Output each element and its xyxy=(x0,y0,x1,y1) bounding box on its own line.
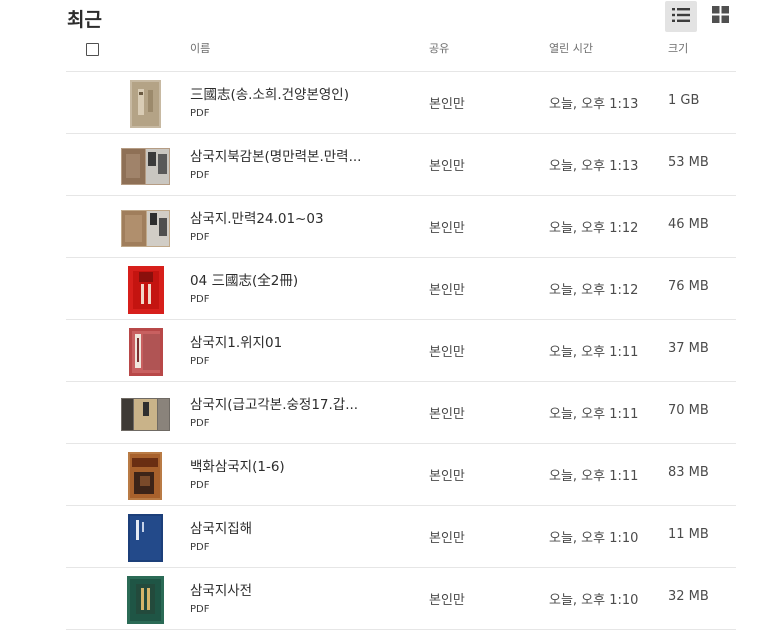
file-size: 76 MB xyxy=(668,279,709,294)
column-size-header[interactable]: 크기 xyxy=(668,40,688,56)
share-status: 본인만 xyxy=(429,593,465,608)
file-size: 11 MB xyxy=(668,527,709,542)
table-row[interactable]: 삼국지북감본(명만력본.만력... PDF 본인만 오늘, 오후 1:13 53… xyxy=(66,134,736,196)
file-thumbnail xyxy=(120,204,170,252)
opened-time: 오늘, 오후 1:10 xyxy=(549,593,639,608)
file-size: 1 GB xyxy=(668,93,700,108)
file-type: PDF xyxy=(190,170,210,181)
opened-time: 오늘, 오후 1:12 xyxy=(549,283,639,298)
file-name[interactable]: 삼국지집해 xyxy=(190,517,252,537)
file-name[interactable]: 04 三國志(全2冊) xyxy=(190,269,298,289)
file-name[interactable]: 삼국지(급고각본.숭정17.갑... xyxy=(190,393,358,413)
opened-time: 오늘, 오후 1:11 xyxy=(549,407,639,422)
file-size: 32 MB xyxy=(668,589,709,604)
table-row[interactable]: 삼국지집해 PDF 본인만 오늘, 오후 1:10 11 MB xyxy=(66,506,736,568)
file-thumbnail xyxy=(120,142,170,190)
file-thumbnail xyxy=(127,452,163,500)
file-type: PDF xyxy=(190,108,210,119)
file-size: 37 MB xyxy=(668,341,709,356)
page-title: 최근 xyxy=(67,9,102,31)
opened-time: 오늘, 오후 1:11 xyxy=(549,469,639,484)
file-name[interactable]: 백화삼국지(1-6) xyxy=(190,455,285,475)
opened-time: 오늘, 오후 1:10 xyxy=(549,531,639,546)
opened-time: 오늘, 오후 1:11 xyxy=(549,345,639,360)
file-name[interactable]: 삼국지.만력24.01~03 xyxy=(190,207,324,227)
file-thumbnail xyxy=(127,514,164,562)
share-status: 본인만 xyxy=(429,97,465,112)
table-row[interactable]: 삼국지사전 PDF 본인만 오늘, 오후 1:10 32 MB xyxy=(66,568,736,630)
file-name[interactable]: 삼국지북감본(명만력본.만력... xyxy=(190,145,361,165)
opened-time: 오늘, 오후 1:13 xyxy=(549,97,639,112)
select-all-checkbox[interactable] xyxy=(86,43,99,56)
table-row[interactable]: 삼국지1.위지01 PDF 본인만 오늘, 오후 1:11 37 MB xyxy=(66,320,736,382)
file-type: PDF xyxy=(190,356,210,367)
share-status: 본인만 xyxy=(429,407,465,422)
file-thumbnail xyxy=(127,266,164,314)
share-status: 본인만 xyxy=(429,159,465,174)
table-row[interactable]: 三國志(송.소희.건양본영인) PDF 본인만 오늘, 오후 1:13 1 GB xyxy=(66,72,736,134)
table-row[interactable]: 백화삼국지(1-6) PDF 본인만 오늘, 오후 1:11 83 MB xyxy=(66,444,736,506)
file-thumbnail xyxy=(128,328,163,376)
opened-time: 오늘, 오후 1:13 xyxy=(549,159,639,174)
list-view-toggle[interactable] xyxy=(665,1,697,32)
file-size: 70 MB xyxy=(668,403,709,418)
column-name-header[interactable]: 이름 xyxy=(190,40,210,56)
file-size: 83 MB xyxy=(668,465,709,480)
file-name[interactable]: 삼국지사전 xyxy=(190,579,252,599)
table-row[interactable]: 04 三國志(全2冊) PDF 본인만 오늘, 오후 1:12 76 MB xyxy=(66,258,736,320)
column-share-header[interactable]: 공유 xyxy=(429,40,449,56)
table-row[interactable]: 삼국지.만력24.01~03 PDF 본인만 오늘, 오후 1:12 46 MB xyxy=(66,196,736,258)
share-status: 본인만 xyxy=(429,221,465,236)
file-size: 46 MB xyxy=(668,217,709,232)
file-type: PDF xyxy=(190,480,210,491)
grid-view-icon xyxy=(711,6,729,27)
file-thumbnail xyxy=(126,576,164,624)
list-view-icon xyxy=(672,7,690,27)
file-type: PDF xyxy=(190,294,210,305)
share-status: 본인만 xyxy=(429,345,465,360)
share-status: 본인만 xyxy=(429,531,465,546)
file-thumbnail xyxy=(120,390,170,438)
share-status: 본인만 xyxy=(429,283,465,298)
table-header: 이름 공유 열린 시간 크기 xyxy=(66,31,736,72)
file-size: 53 MB xyxy=(668,155,709,170)
file-type: PDF xyxy=(190,418,210,429)
file-name[interactable]: 三國志(송.소희.건양본영인) xyxy=(190,83,349,103)
file-type: PDF xyxy=(190,232,210,243)
column-opened-header[interactable]: 열린 시간 xyxy=(549,40,593,56)
file-type: PDF xyxy=(190,604,210,615)
share-status: 본인만 xyxy=(429,469,465,484)
file-type: PDF xyxy=(190,542,210,553)
opened-time: 오늘, 오후 1:12 xyxy=(549,221,639,236)
table-row[interactable]: 삼국지(급고각본.숭정17.갑... PDF 본인만 오늘, 오후 1:11 7… xyxy=(66,382,736,444)
file-name[interactable]: 삼국지1.위지01 xyxy=(190,331,282,351)
grid-view-toggle[interactable] xyxy=(704,1,736,32)
file-thumbnail xyxy=(129,80,162,128)
